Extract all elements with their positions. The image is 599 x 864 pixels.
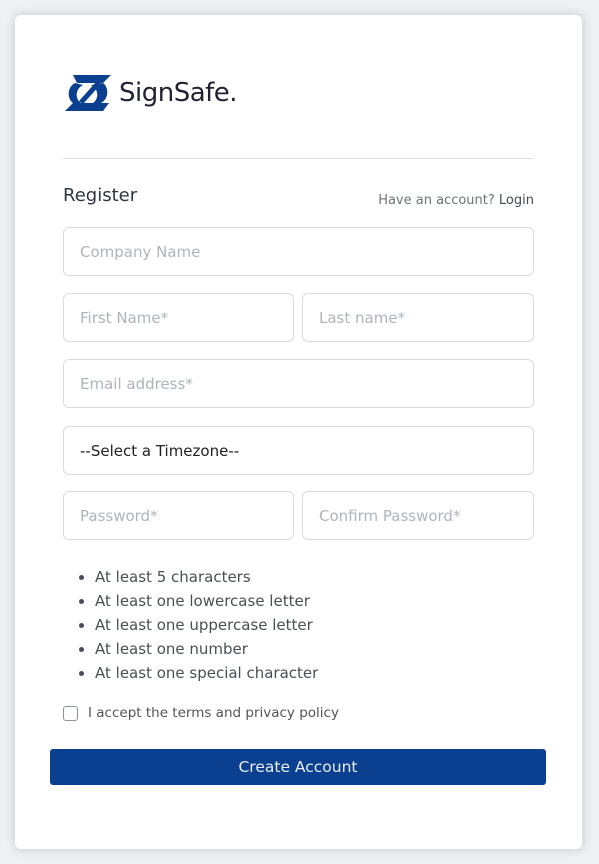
first-name-input[interactable]: [63, 293, 294, 342]
password-rule-item: At least one lowercase letter: [95, 589, 318, 613]
create-account-button[interactable]: Create Account: [50, 749, 546, 785]
password-rule-item: At least one uppercase letter: [95, 613, 318, 637]
password-rule-item: At least 5 characters: [95, 565, 318, 589]
brand-logo: SignSafe.: [63, 73, 238, 113]
password-input[interactable]: [63, 491, 294, 540]
timezone-selected-value: --Select a Timezone--: [80, 441, 240, 460]
signsafe-logo-icon: [65, 75, 111, 111]
password-rule-item: At least one special character: [95, 661, 318, 685]
header-divider: [63, 158, 534, 159]
register-card: SignSafe. Register Have an account? Logi…: [15, 15, 582, 849]
page-title: Register: [63, 185, 138, 206]
email-input[interactable]: [63, 359, 534, 408]
company-name-input[interactable]: [63, 227, 534, 276]
last-name-input[interactable]: [302, 293, 534, 342]
have-account-line: Have an account? Login: [378, 193, 534, 208]
have-account-text: Have an account?: [378, 193, 495, 208]
confirm-password-input[interactable]: [302, 491, 534, 540]
terms-row[interactable]: I accept the terms and privacy policy: [63, 705, 339, 721]
password-rule-item: At least one number: [95, 637, 318, 661]
brand-name: SignSafe.: [119, 78, 238, 108]
password-rules-list: At least 5 characters At least one lower…: [95, 565, 318, 685]
terms-label: I accept the terms and privacy policy: [88, 705, 339, 721]
terms-checkbox[interactable]: [63, 705, 78, 721]
login-link[interactable]: Login: [499, 193, 534, 208]
timezone-select[interactable]: --Select a Timezone--: [63, 426, 534, 475]
